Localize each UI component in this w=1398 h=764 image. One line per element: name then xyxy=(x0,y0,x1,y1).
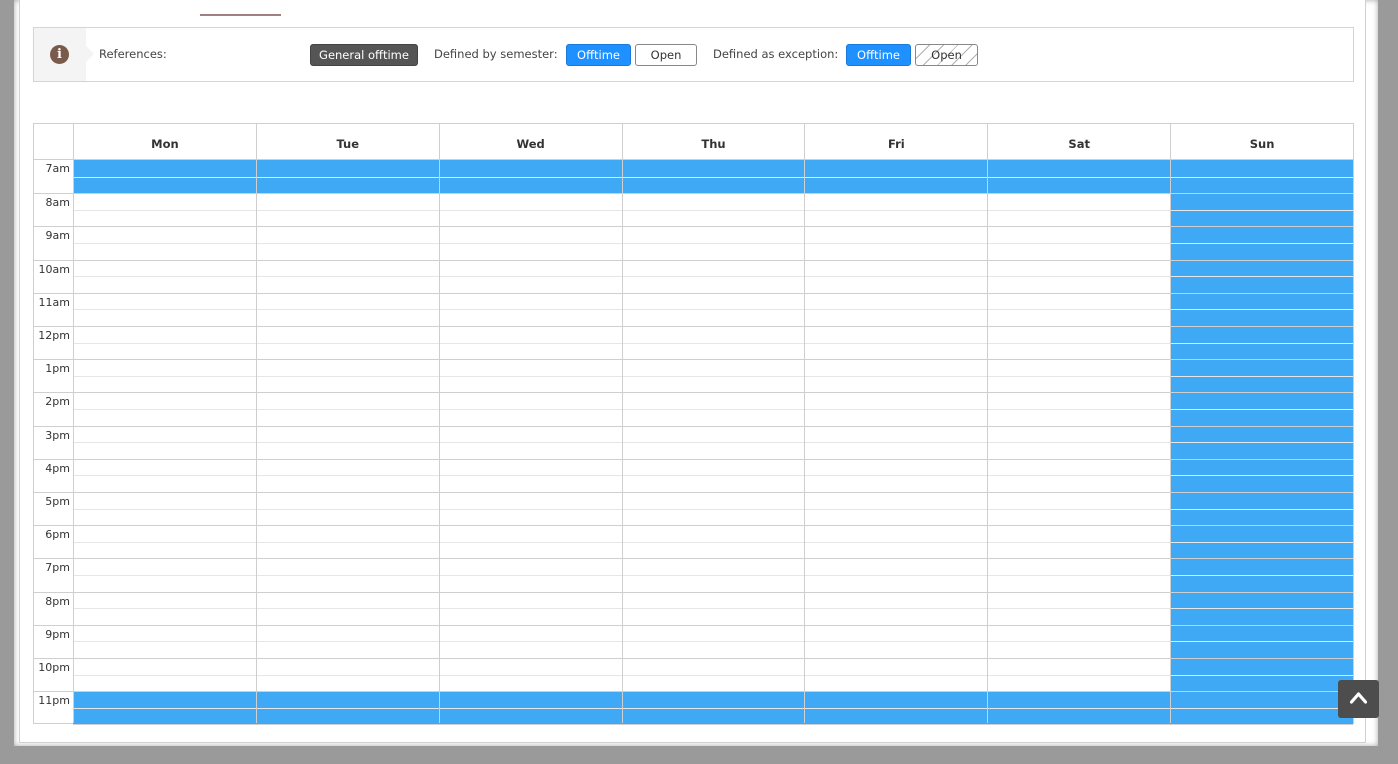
hour-gridline xyxy=(73,458,1353,460)
half-hour-gridline xyxy=(73,176,1353,178)
time-label-8pm: 8pm xyxy=(34,591,73,625)
time-label-11pm: 11pm xyxy=(34,691,73,724)
half-hour-gridline xyxy=(73,541,1353,543)
time-label-10am: 10am xyxy=(34,259,73,293)
half-hour-gridline xyxy=(73,508,1353,510)
time-label-10pm: 10pm xyxy=(34,658,73,691)
hour-gridline xyxy=(73,226,1353,228)
time-label-2pm: 2pm xyxy=(34,392,73,425)
exception-label: Defined as exception: xyxy=(713,47,839,61)
chevron-up-icon xyxy=(1350,692,1367,704)
half-hour-gridline xyxy=(73,707,1353,709)
info-icon: i xyxy=(50,45,69,64)
semester-label: Defined by semester: xyxy=(434,47,558,61)
day-column-divider xyxy=(804,160,806,723)
day-column-divider xyxy=(1170,160,1172,723)
time-label-8am: 8am xyxy=(34,193,73,226)
half-hour-gridline xyxy=(73,209,1353,211)
day-column-divider xyxy=(255,160,257,723)
time-label-7pm: 7pm xyxy=(34,558,73,591)
day-header-wed: Wed xyxy=(438,124,622,160)
day-header-fri: Fri xyxy=(804,124,987,160)
hour-gridline xyxy=(73,425,1353,427)
hour-gridline xyxy=(73,326,1353,327)
half-hour-gridline xyxy=(73,442,1353,444)
time-label-6pm: 6pm xyxy=(34,525,73,558)
general-offtime-badge: General offtime xyxy=(310,44,418,66)
half-hour-gridline xyxy=(73,342,1353,344)
hour-gridline xyxy=(73,525,1353,527)
half-hour-gridline xyxy=(73,575,1353,576)
semester-open-badge: Open xyxy=(635,44,697,66)
references-label: References: xyxy=(99,47,167,61)
hour-gridline xyxy=(73,724,1353,726)
half-hour-gridline xyxy=(73,276,1353,278)
day-header-mon: Mon xyxy=(73,124,256,160)
hour-gridline xyxy=(73,193,1353,195)
day-column-divider xyxy=(438,160,440,723)
active-tab-indicator xyxy=(200,14,281,16)
hour-gridline xyxy=(73,591,1353,593)
calendar-header: Mon Tue Wed Thu Fri Sat Sun xyxy=(34,124,1353,160)
hour-gridline xyxy=(73,558,1353,560)
day-column-divider xyxy=(621,160,623,723)
exception-open-badge: Open xyxy=(915,44,978,66)
day-header-tue: Tue xyxy=(255,124,439,160)
calendar-body xyxy=(73,160,1353,726)
half-hour-gridline xyxy=(73,608,1353,610)
time-label-3pm: 3pm xyxy=(34,425,73,459)
day-header-sat: Sat xyxy=(987,124,1170,160)
day-header-thu: Thu xyxy=(621,124,805,160)
day-column-divider xyxy=(987,160,989,723)
time-label-9am: 9am xyxy=(34,226,73,259)
half-hour-gridline xyxy=(73,475,1353,477)
half-hour-gridline xyxy=(73,375,1353,377)
scroll-to-top-button[interactable] xyxy=(1338,680,1379,718)
references-legend: i References: General offtime Defined by… xyxy=(33,27,1354,82)
hour-gridline xyxy=(73,359,1353,361)
hour-gridline xyxy=(73,492,1353,493)
time-label-11am: 11am xyxy=(34,292,73,326)
day-header-sun: Sun xyxy=(1170,124,1353,160)
time-label-1pm: 1pm xyxy=(34,359,73,392)
semester-offtime-badge: Offtime xyxy=(566,44,631,66)
hour-gridline xyxy=(73,624,1353,626)
time-label-7am: 7am xyxy=(45,162,70,175)
info-icon-container: i xyxy=(34,28,94,81)
exception-offtime-badge: Offtime xyxy=(846,44,911,66)
weekly-calendar: Mon Tue Wed Thu Fri Sat Sun 7am 8am 9am 10am 11am 1… xyxy=(33,123,1354,726)
time-label-4pm: 4pm xyxy=(34,458,73,492)
half-hour-gridline xyxy=(73,243,1353,244)
half-hour-gridline xyxy=(73,674,1353,676)
half-hour-gridline xyxy=(73,309,1353,311)
hour-gridline xyxy=(73,658,1353,659)
hour-gridline xyxy=(73,292,1353,294)
half-hour-gridline xyxy=(73,409,1353,410)
time-label-5pm: 5pm xyxy=(34,492,73,525)
hour-gridline xyxy=(73,392,1353,394)
time-label-12pm: 12pm xyxy=(34,326,73,359)
half-hour-gridline xyxy=(73,641,1353,643)
day-column-divider xyxy=(73,160,74,723)
time-label-9pm: 9pm xyxy=(34,624,73,658)
hour-gridline xyxy=(73,691,1353,693)
hour-gridline xyxy=(73,259,1353,261)
